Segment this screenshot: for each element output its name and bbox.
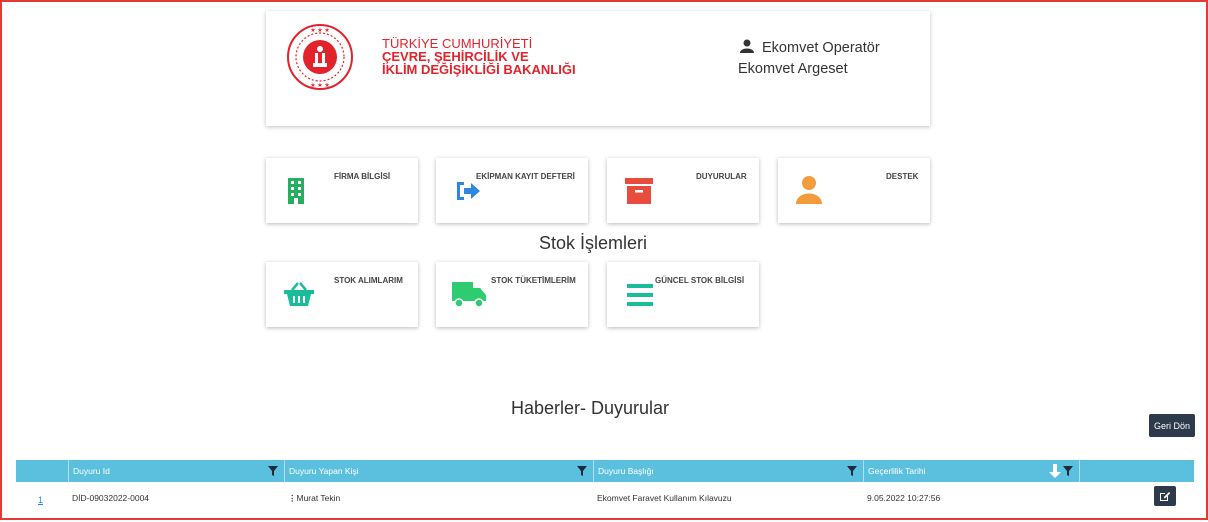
- column-label: Geçerlilik Tarihi: [868, 466, 926, 476]
- tile-destek[interactable]: DESTEK: [778, 158, 930, 223]
- tile-label: STOK TÜKETİMLERİM: [491, 276, 576, 285]
- ministry-seal-icon: ★ ★ ★ ★ ★ ★: [287, 24, 353, 90]
- filter-icon[interactable]: [1063, 466, 1073, 476]
- back-button[interactable]: Geri Dön: [1149, 414, 1195, 437]
- column-header-valid-date[interactable]: Geçerlilik Tarihi: [863, 460, 1079, 482]
- grid-header: Duyuru Id Duyuru Yapan Kişi Duyuru Başlı…: [16, 460, 1194, 482]
- svg-text:★ ★ ★: ★ ★ ★: [310, 27, 329, 34]
- tile-ekipman-kayit-defteri[interactable]: EKİPMAN KAYIT DEFTERİ: [436, 158, 588, 223]
- row-actions: [1079, 482, 1194, 522]
- tile-label: GÜNCEL STOK BİLGİSİ: [655, 276, 745, 285]
- column-label: Duyuru Id: [73, 466, 110, 476]
- row-subject: Ekomvet Faravet Kullanım Kılavuzu: [597, 493, 732, 503]
- filter-icon[interactable]: [847, 466, 857, 476]
- truck-icon: [452, 282, 486, 308]
- announcements-grid: Duyuru Id Duyuru Yapan Kişi Duyuru Başlı…: [16, 460, 1194, 522]
- tile-label: EKİPMAN KAYIT DEFTERİ: [476, 172, 575, 181]
- list-icon: [627, 284, 653, 306]
- ministry-line-3: İKLİM DEĞİŞİKLİĞİ BAKANLIĞI: [382, 62, 576, 77]
- user-name: Ekomvet Operatör: [762, 40, 880, 56]
- news-title: Haberler- Duyurular: [511, 398, 670, 418]
- user-icon: [740, 39, 754, 53]
- column-header-author[interactable]: Duyuru Yapan Kişi: [284, 460, 593, 482]
- svg-text:★ ★ ★: ★ ★ ★: [310, 82, 329, 89]
- archive-box-icon: [625, 178, 653, 204]
- row-author-cell: ⋮Murat Tekin: [284, 482, 593, 522]
- row-valid-date: 9.05.2022 10:27:56: [867, 493, 941, 503]
- sort-desc-icon[interactable]: [1049, 464, 1061, 478]
- row-index-link[interactable]: 1: [38, 495, 43, 505]
- grid-header-index: [16, 460, 68, 482]
- edit-button[interactable]: [1154, 486, 1176, 506]
- column-label: Duyuru Yapan Kişi: [289, 466, 359, 476]
- row-index-cell: 1: [16, 482, 68, 522]
- tile-firma-bilgisi[interactable]: FİRMA BİLGİSİ: [266, 158, 418, 223]
- filter-icon[interactable]: [268, 466, 278, 476]
- tile-label: FİRMA BİLGİSİ: [334, 172, 391, 181]
- grid-header-actions: [1079, 460, 1194, 482]
- tile-stok-alimlarim[interactable]: STOK ALIMLARIM: [266, 262, 418, 327]
- table-row: 1 DİD-09032022-0004 ⋮Murat Tekin Ekomvet…: [16, 482, 1194, 522]
- ministry-name: TÜRKİYE CUMHURİYETİ ÇEVRE, ŞEHİRCİLİK VE…: [382, 37, 576, 76]
- edit-icon: [1160, 492, 1171, 501]
- building-icon: [288, 178, 304, 204]
- tile-label: DUYURULAR: [696, 172, 747, 181]
- tile-label: STOK ALIMLARIM: [334, 276, 403, 285]
- header-card: ★ ★ ★ ★ ★ ★ TÜRKİYE CUMHURİYETİ ÇEVRE, Ş…: [266, 11, 930, 126]
- user-info: Ekomvet Operatör Ekomvet Argeset: [738, 38, 880, 80]
- user-name-row[interactable]: Ekomvet Operatör: [738, 38, 880, 59]
- stock-section-title: Stok İşlemleri: [539, 233, 648, 253]
- row-author: Murat Tekin: [296, 493, 341, 503]
- sign-in-icon: [457, 182, 480, 200]
- tile-guncel-stok-bilgisi[interactable]: GÜNCEL STOK BİLGİSİ: [607, 262, 759, 327]
- kebab-menu-icon[interactable]: ⋮: [288, 493, 297, 503]
- row-id: DİD-09032022-0004: [72, 493, 150, 503]
- tile-label: DESTEK: [886, 172, 919, 181]
- tile-stok-tuketimlerim[interactable]: STOK TÜKETİMLERİM: [436, 262, 588, 327]
- column-header-id[interactable]: Duyuru Id: [68, 460, 284, 482]
- user-icon: [796, 176, 822, 204]
- filter-icon[interactable]: [577, 466, 587, 476]
- user-org: Ekomvet Argeset: [738, 61, 848, 77]
- column-label: Duyuru Başlığı: [598, 466, 654, 476]
- basket-icon: [284, 282, 314, 306]
- column-header-subject[interactable]: Duyuru Başlığı: [593, 460, 863, 482]
- tile-duyurular[interactable]: DUYURULAR: [607, 158, 759, 223]
